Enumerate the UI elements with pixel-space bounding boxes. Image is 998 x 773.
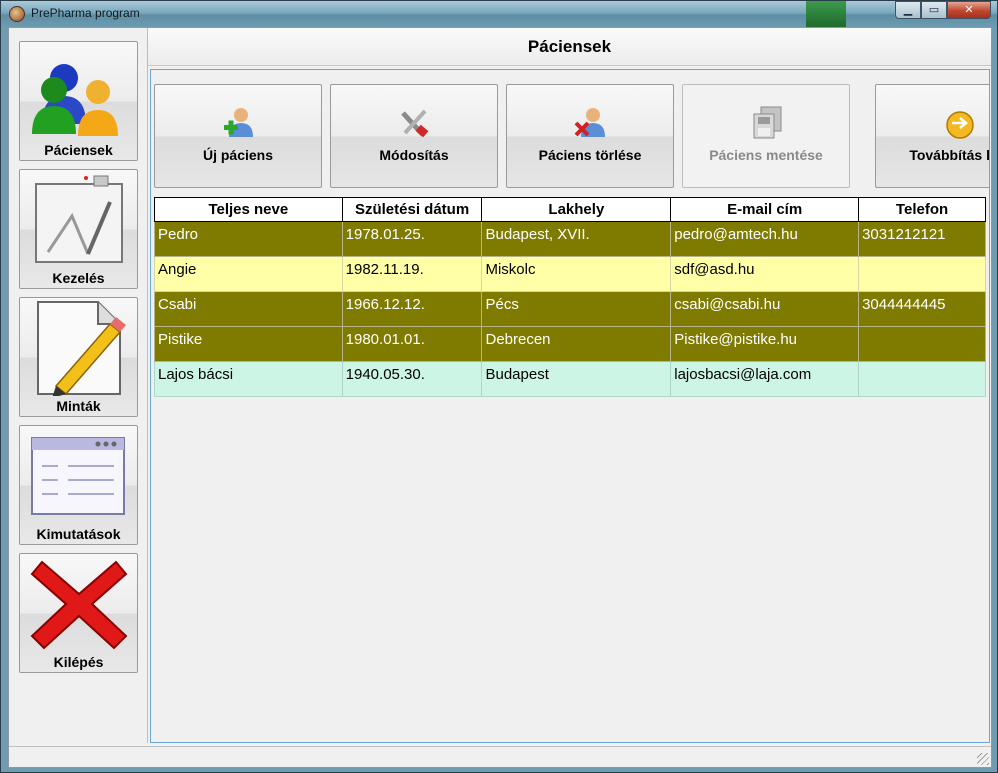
cell-phone[interactable] <box>858 326 986 362</box>
report-window-icon <box>31 437 125 515</box>
new-patient-label: Új páciens <box>202 147 274 163</box>
forward-icon <box>946 111 974 139</box>
sidebar-item-treatment[interactable]: Kezelés <box>19 169 138 289</box>
background-window-fragment <box>806 1 846 27</box>
treatment-board-icon <box>35 175 123 263</box>
main-panel: Páciensek Új páciens Módosítás Páciens t… <box>148 28 991 743</box>
app-window: PrePharma program ▁ ▭ ✕ Páciensek Kezelé… <box>0 0 998 773</box>
delete-patient-button[interactable]: Páciens törlése <box>506 84 674 188</box>
sidebar-item-label: Kezelés <box>52 270 105 286</box>
sidebar-item-samples[interactable]: Minták <box>19 297 138 417</box>
cell-name[interactable]: Csabi <box>154 291 343 327</box>
cell-name[interactable]: Pistike <box>154 326 343 362</box>
table-row[interactable]: Angie 1982.11.19. Miskolc sdf@asd.hu <box>154 256 986 292</box>
sidebar-item-reports[interactable]: Kimutatások <box>19 425 138 545</box>
new-patient-button[interactable]: Új páciens <box>154 84 322 188</box>
cell-city[interactable]: Miskolc <box>481 256 672 292</box>
table-row[interactable]: Pedro 1978.01.25. Budapest, XVII. pedro@… <box>154 221 986 257</box>
sidebar-item-patients[interactable]: Páciensek <box>19 41 138 161</box>
cell-city[interactable]: Budapest, XVII. <box>481 221 672 257</box>
content-frame: Új páciens Módosítás Páciens törlése Pác… <box>150 69 990 743</box>
cell-city[interactable]: Pécs <box>481 291 672 327</box>
minimize-button[interactable]: ▁ <box>895 1 921 19</box>
save-patient-button[interactable]: Páciens mentése <box>682 84 850 188</box>
cell-city[interactable]: Debrecen <box>481 326 672 362</box>
delete-user-icon <box>574 108 605 137</box>
table-row[interactable]: Pistike 1980.01.01. Debrecen Pistike@pis… <box>154 326 986 362</box>
delete-patient-label: Páciens törlése <box>538 147 642 163</box>
cell-phone[interactable]: 3044444445 <box>858 291 986 327</box>
cell-email[interactable]: pedro@amtech.hu <box>670 221 860 257</box>
sidebar-item-label: Kimutatások <box>36 526 121 542</box>
patients-table: Teljes neve Születési dátum Lakhely E-ma… <box>154 197 986 397</box>
status-bar <box>9 746 991 767</box>
maximize-button[interactable]: ▭ <box>921 1 947 19</box>
cell-name[interactable]: Lajos bácsi <box>154 361 343 397</box>
modify-button[interactable]: Módosítás <box>330 84 498 188</box>
cell-email[interactable]: sdf@asd.hu <box>670 256 860 292</box>
exit-x-icon <box>30 560 128 650</box>
pencil-paper-icon <box>37 301 126 396</box>
table-row[interactable]: Lajos bácsi 1940.05.30. Budapest lajosba… <box>154 361 986 397</box>
tools-icon <box>401 109 429 138</box>
save-copy-icon <box>753 106 782 139</box>
save-patient-label: Páciens mentése <box>709 147 823 163</box>
client-area: Páciensek Kezelés Minták Kimutatások Kil… <box>8 27 992 768</box>
title-bar[interactable]: PrePharma program ▁ ▭ ✕ <box>1 1 997 27</box>
cell-birth[interactable]: 1966.12.12. <box>341 291 483 327</box>
cell-email[interactable]: Pistike@pistike.hu <box>670 326 860 362</box>
sidebar-item-label: Minták <box>56 398 101 414</box>
sidebar-item-label: Kilépés <box>53 654 104 670</box>
column-header-name[interactable]: Teljes neve <box>154 197 343 222</box>
cell-phone[interactable] <box>858 361 986 397</box>
cell-birth[interactable]: 1980.01.01. <box>341 326 483 362</box>
app-logo-icon <box>9 6 25 22</box>
cell-phone[interactable]: 3031212121 <box>858 221 986 257</box>
table-header-row: Teljes neve Születési dátum Lakhely E-ma… <box>154 197 986 222</box>
window-title: PrePharma program <box>31 6 140 20</box>
cell-city[interactable]: Budapest <box>481 361 672 397</box>
cell-name[interactable]: Angie <box>154 256 343 292</box>
cell-email[interactable]: lajosbacsi@laja.com <box>670 361 860 397</box>
sidebar-item-exit[interactable]: Kilépés <box>19 553 138 673</box>
cell-phone[interactable] <box>858 256 986 292</box>
forward-treatment-button[interactable]: Továbbítás kez <box>875 84 989 188</box>
cell-name[interactable]: Pedro <box>154 221 343 257</box>
cell-birth[interactable]: 1978.01.25. <box>341 221 483 257</box>
sidebar-item-label: Páciensek <box>44 142 113 158</box>
sidebar: Páciensek Kezelés Minták Kimutatások Kil… <box>9 28 148 743</box>
modify-label: Módosítás <box>379 147 449 163</box>
forward-treatment-label: Továbbítás kez <box>909 147 989 163</box>
toolbar: Új páciens Módosítás Páciens törlése Pác… <box>154 84 989 188</box>
page-title: Páciensek <box>148 28 991 66</box>
cell-email[interactable]: csabi@csabi.hu <box>670 291 860 327</box>
add-user-icon <box>224 108 253 137</box>
resize-grip[interactable] <box>977 753 989 765</box>
column-header-email[interactable]: E-mail cím <box>670 197 860 222</box>
patients-icon <box>32 64 118 136</box>
cell-birth[interactable]: 1940.05.30. <box>341 361 483 397</box>
column-header-city[interactable]: Lakhely <box>481 197 672 222</box>
close-button[interactable]: ✕ <box>947 1 991 19</box>
column-header-phone[interactable]: Telefon <box>858 197 986 222</box>
column-header-birth[interactable]: Születési dátum <box>341 197 483 222</box>
table-row[interactable]: Csabi 1966.12.12. Pécs csabi@csabi.hu 30… <box>154 291 986 327</box>
cell-birth[interactable]: 1982.11.19. <box>341 256 483 292</box>
